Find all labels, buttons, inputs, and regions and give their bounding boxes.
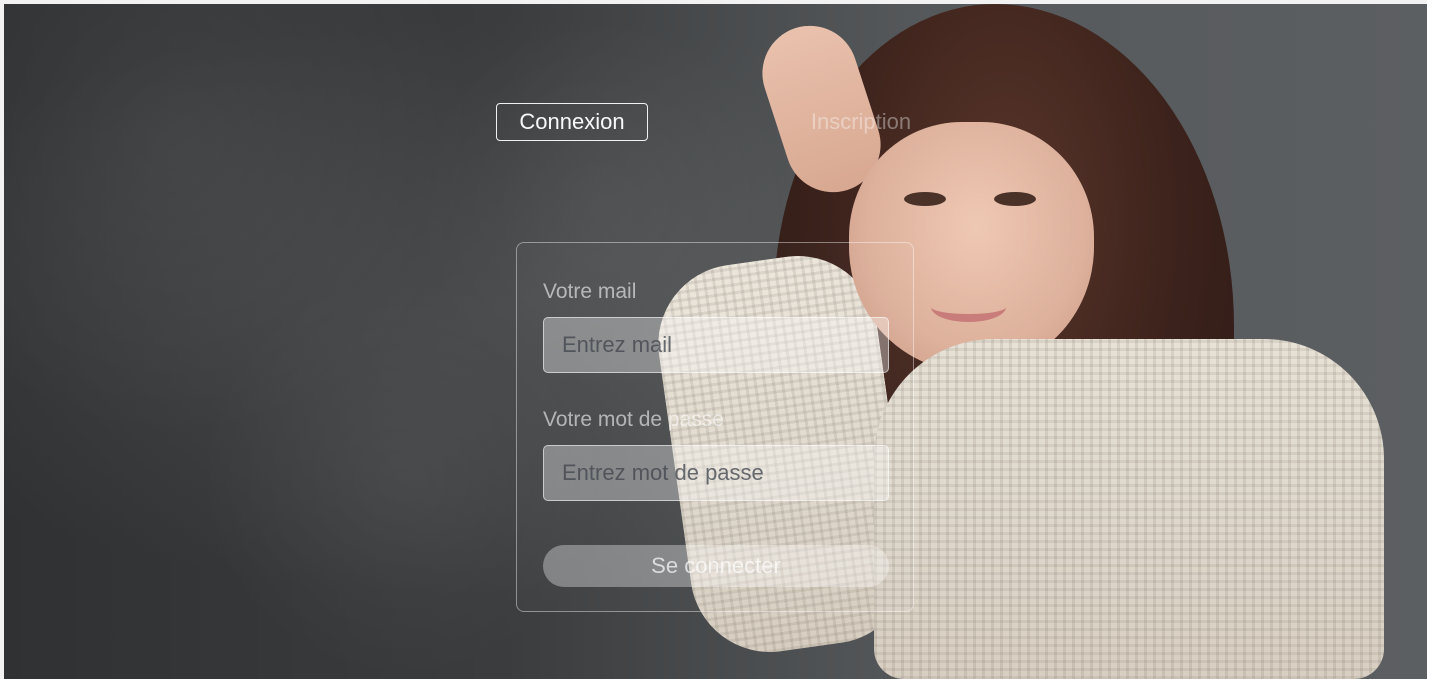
email-label: Votre mail (543, 280, 637, 303)
tab-inscription[interactable]: Inscription (796, 103, 926, 141)
right-eye-shape (994, 192, 1036, 206)
password-label: Votre mot de passe (543, 408, 724, 431)
auth-tabs: Connexion Inscription (496, 103, 926, 145)
login-page: Connexion Inscription Votre mail Entrez … (4, 4, 1427, 679)
tab-connexion[interactable]: Connexion (496, 103, 648, 141)
login-form-card: Votre mail Entrez mail Votre mot de pass… (516, 242, 914, 612)
page-right-edge (1427, 0, 1437, 679)
password-field[interactable]: Entrez mot de passe (543, 445, 889, 501)
sweater-shape (874, 339, 1384, 679)
mouth-shape (931, 292, 1006, 322)
email-field[interactable]: Entrez mail (543, 317, 889, 373)
left-eye-shape (904, 192, 946, 206)
login-button[interactable]: Se connecter (543, 545, 889, 587)
